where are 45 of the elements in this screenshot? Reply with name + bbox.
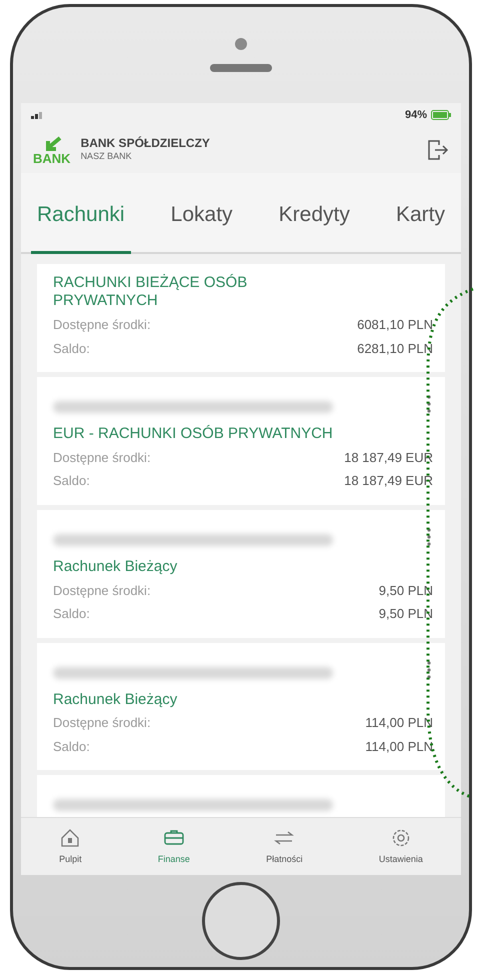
speaker-grille xyxy=(210,64,272,72)
account-card[interactable]: RACHUNKI BIEŻĄCE OSÓB PRYWATNYCH Dostępne środki: 6081,10 PLN Saldo: 6281,10 PLN xyxy=(37,264,445,372)
balance-amount: 6281,10 PLN xyxy=(357,340,433,358)
balance-label: Dostępne środki: xyxy=(53,582,151,600)
nav-tab[interactable]: Pulpit xyxy=(53,826,88,868)
tab[interactable]: Rachunki xyxy=(31,173,131,254)
balance-label: Saldo: xyxy=(53,472,90,490)
account-name: Rachunek Bieżący xyxy=(53,558,178,576)
account-card[interactable]: Rachunek Bieżący Dostępne środki: 114,00 PLN Saldo: 114,00 PLN xyxy=(37,642,445,770)
account-name: EUR - RACHUNKI OSÓB PRYWATNYCH xyxy=(53,425,334,444)
account-card[interactable]: EUR - RACHUNKI OSÓB PRYWATNYCH Dostępne środki: 18 187,49 EUR Saldo: 18 187,49 EUR xyxy=(37,377,445,505)
account-card[interactable]: Rachunek Bieżący Dostępne środki: 9,50 PLN Saldo: 9,50 PLN xyxy=(37,510,445,638)
more-icon[interactable] xyxy=(427,660,431,678)
account-name: RACHUNKI BIEŻĄCE OSÓB PRYWATNYCH xyxy=(53,274,248,311)
signal-icon xyxy=(31,111,45,119)
nav-tab[interactable]: Płatności xyxy=(260,826,309,868)
tab[interactable]: Lokaty xyxy=(164,173,239,254)
nav-tab[interactable]: Ustawienia xyxy=(372,826,429,868)
nav-tab[interactable]: Finanse xyxy=(152,826,196,868)
account-name: Rachunek Bieżący xyxy=(53,690,178,710)
balance-label: Dostępne środki: xyxy=(53,316,151,334)
balance-amount: 6081,10 PLN xyxy=(357,316,433,334)
logout-icon[interactable] xyxy=(427,138,449,162)
battery-icon xyxy=(431,110,451,120)
camera-icon xyxy=(235,38,247,50)
home-icon xyxy=(59,826,82,849)
more-icon[interactable] xyxy=(427,528,431,546)
balance-amount: 18 187,49 EUR xyxy=(344,448,433,467)
bank-subtitle: NASZ BANK xyxy=(80,150,133,163)
battery-percent: 94% xyxy=(404,108,427,123)
balance-label: Dostępne środki: xyxy=(53,714,151,732)
balance-amount: 9,50 PLN xyxy=(378,582,433,600)
balance-label: Dostępne środki: xyxy=(53,448,151,467)
balance-amount: 18 187,49 EUR xyxy=(344,472,433,490)
balance-label: Saldo: xyxy=(53,340,90,358)
more-icon[interactable] xyxy=(427,395,431,413)
balance-label: Saldo: xyxy=(53,738,90,756)
tab[interactable]: Kredyty xyxy=(272,173,356,254)
balance-amount: 114,00 PLN xyxy=(365,714,433,732)
tab[interactable]: Karty xyxy=(390,173,451,254)
bank-name: BANK SPÓŁDZIELCZY xyxy=(80,136,210,150)
bank-logo: BANK xyxy=(33,136,71,164)
balance-label: Saldo: xyxy=(53,605,90,623)
balance-amount: 9,50 PLN xyxy=(378,605,433,623)
balance-amount: 114,00 PLN xyxy=(365,738,433,756)
